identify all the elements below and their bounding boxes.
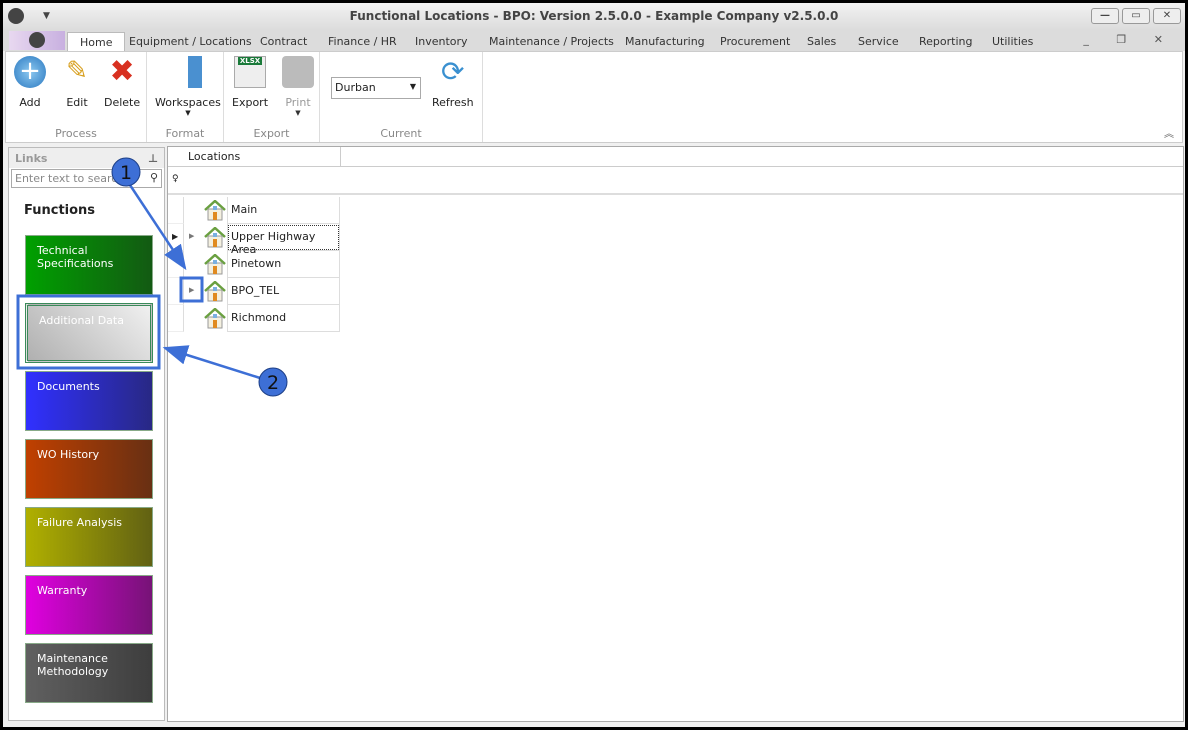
chevron-down-icon: ▼ xyxy=(409,82,416,91)
table-row[interactable]: Main xyxy=(168,197,340,224)
table-row[interactable]: ▶ ▶ Upper Highway Area xyxy=(168,224,340,256)
group-current: Durban ▼ ⟳ Refresh Current xyxy=(320,52,483,142)
workspaces-button[interactable]: Workspaces ▼ xyxy=(155,56,221,117)
collapse-ribbon-icon[interactable]: ︽ xyxy=(1164,125,1174,140)
function-tile[interactable]: Technical Specifications xyxy=(25,235,153,295)
ribbon-tabs: Home Equipment / Locations Contract Fina… xyxy=(3,30,1185,51)
export-button[interactable]: XLSX Export xyxy=(232,56,268,109)
table-row[interactable]: ▶ BPO_TEL xyxy=(168,278,340,305)
group-label: Format xyxy=(165,127,205,140)
tab-service[interactable]: Service xyxy=(858,32,899,51)
add-icon: + xyxy=(14,56,46,88)
close-button[interactable]: ✕ xyxy=(1153,8,1181,24)
links-header: Links ⊥ xyxy=(9,148,164,168)
group-format: Workspaces ▼ Format xyxy=(147,52,224,142)
table-row[interactable]: Richmond xyxy=(168,305,340,332)
application-menu-button[interactable] xyxy=(9,31,65,50)
group-process: + Add ✎ Edit ✖ Delete Process xyxy=(6,52,147,142)
functions-heading: Functions xyxy=(24,203,96,218)
mdi-controls[interactable]: _ ❐ ✕ xyxy=(1083,33,1175,46)
location-name-cell[interactable]: Main xyxy=(227,197,340,224)
row-indicator[interactable] xyxy=(168,278,184,305)
print-button[interactable]: Print ▼ xyxy=(282,56,314,117)
tab-reporting[interactable]: Reporting xyxy=(919,32,972,51)
tab-utilities[interactable]: Utilities xyxy=(992,32,1033,51)
location-house-icon xyxy=(204,227,226,248)
location-house-icon xyxy=(204,254,226,275)
function-tile[interactable]: Additional Data xyxy=(25,303,153,363)
tab-inventory[interactable]: Inventory xyxy=(415,32,468,51)
site-select[interactable]: Durban ▼ xyxy=(331,77,421,99)
minimize-button[interactable]: — xyxy=(1091,8,1119,24)
tab-contract[interactable]: Contract xyxy=(260,32,307,51)
xlsx-export-icon: XLSX xyxy=(234,56,266,88)
links-panel: Links ⊥ Enter text to search... ⚲ Function… xyxy=(8,147,165,721)
tab-equipment-locations[interactable]: Equipment / Locations xyxy=(129,32,252,51)
delete-button[interactable]: ✖ Delete xyxy=(104,54,140,110)
maximize-button[interactable]: ▭ xyxy=(1122,8,1150,24)
printer-icon xyxy=(282,56,314,88)
pin-icon[interactable]: ⊥ xyxy=(148,152,158,165)
function-tile[interactable]: WO History xyxy=(25,439,153,499)
function-tile-label: Documents xyxy=(37,380,100,393)
expand-row-icon[interactable]: ▶ xyxy=(189,286,194,294)
function-tile[interactable]: Documents xyxy=(25,371,153,431)
tab-home[interactable]: Home xyxy=(67,32,126,51)
filter-row[interactable]: ♀ xyxy=(168,167,1183,195)
app-logo-icon xyxy=(29,32,45,48)
add-button[interactable]: + Add xyxy=(14,56,46,109)
function-tile-label: WO History xyxy=(37,448,100,461)
tab-finance-hr[interactable]: Finance / HR xyxy=(328,32,397,51)
row-indicator[interactable] xyxy=(168,197,184,224)
function-tile[interactable]: Maintenance Methodology xyxy=(25,643,153,703)
app-logo-icon xyxy=(8,8,24,24)
location-name-cell[interactable]: BPO_TEL xyxy=(227,278,340,305)
function-tile-label: Warranty xyxy=(37,584,88,597)
group-export: XLSX Export Print ▼ Export xyxy=(224,52,320,142)
app-window: ▼ Functional Locations - BPO: Version 2.… xyxy=(3,3,1185,727)
locations-grid: Locations ♀ Main ▶ ▶ Upper Highway Area Pine… xyxy=(167,146,1184,722)
group-label: Current xyxy=(380,127,422,140)
function-tile-label: Maintenance Methodology xyxy=(37,652,109,678)
location-name-cell[interactable]: Richmond xyxy=(227,305,340,332)
function-tile[interactable]: Warranty xyxy=(25,575,153,635)
search-icon[interactable]: ⚲ xyxy=(150,171,158,184)
location-house-icon xyxy=(204,308,226,329)
tab-procurement[interactable]: Procurement xyxy=(720,32,790,51)
filter-icon: ♀ xyxy=(172,174,179,184)
delete-icon: ✖ xyxy=(109,54,135,89)
row-indicator[interactable] xyxy=(168,251,184,278)
function-tile-label: Failure Analysis xyxy=(37,516,123,529)
row-indicator[interactable]: ▶ xyxy=(168,224,184,251)
edit-button[interactable]: ✎ Edit xyxy=(61,56,93,109)
ribbon: + Add ✎ Edit ✖ Delete Process Workspaces ▼ F… xyxy=(5,51,1183,143)
group-label: Process xyxy=(55,127,97,140)
location-name-cell[interactable]: Pinetown xyxy=(227,251,340,278)
location-house-icon xyxy=(204,281,226,302)
links-search-input[interactable]: Enter text to search... ⚲ xyxy=(11,169,162,188)
location-name-cell[interactable]: Upper Highway Area xyxy=(227,224,340,256)
quick-access-dropdown-icon[interactable]: ▼ xyxy=(43,3,50,29)
expand-row-icon[interactable]: ▶ xyxy=(189,232,194,240)
group-label: Export xyxy=(253,127,290,140)
refresh-button[interactable]: ⟳ Refresh xyxy=(432,55,474,110)
tab-sales[interactable]: Sales xyxy=(807,32,836,51)
window-title: Functional Locations - BPO: Version 2.5.… xyxy=(349,9,839,23)
tab-maintenance-projects[interactable]: Maintenance / Projects xyxy=(489,32,614,51)
grid-header: Locations xyxy=(168,147,1183,167)
tab-manufacturing[interactable]: Manufacturing xyxy=(625,32,705,51)
function-tile-label: Additional Data xyxy=(39,314,124,327)
table-row[interactable]: Pinetown xyxy=(168,251,340,278)
workspaces-icon xyxy=(173,56,203,88)
refresh-icon: ⟳ xyxy=(441,55,465,88)
title-bar: ▼ Functional Locations - BPO: Version 2.… xyxy=(3,3,1185,30)
function-tile-label: Technical Specifications xyxy=(37,244,114,270)
column-header-locations[interactable]: Locations xyxy=(186,147,341,167)
location-house-icon xyxy=(204,200,226,221)
row-indicator[interactable] xyxy=(168,305,184,332)
edit-icon: ✎ xyxy=(66,56,88,86)
function-tile[interactable]: Failure Analysis xyxy=(25,507,153,567)
